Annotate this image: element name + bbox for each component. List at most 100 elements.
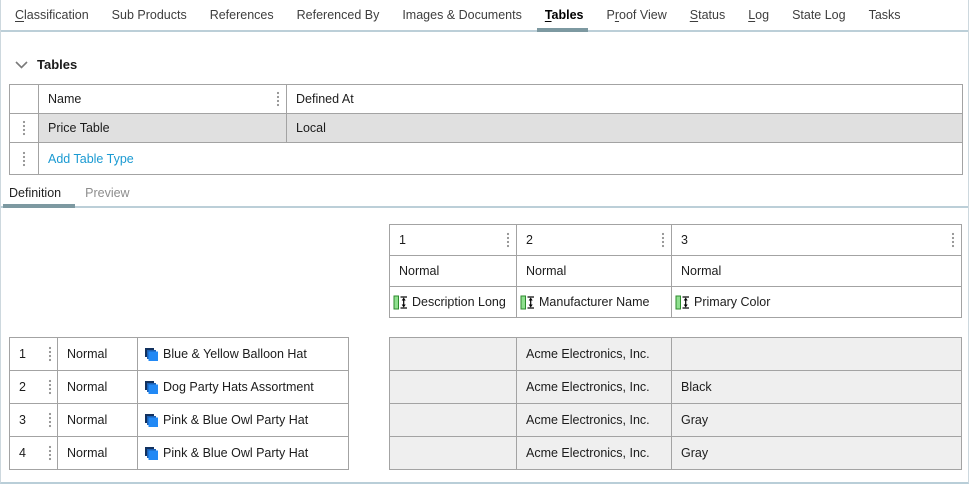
column-attribute-description-long[interactable]: Description Long bbox=[390, 287, 517, 318]
row-handle[interactable] bbox=[10, 143, 39, 175]
row-header-2[interactable]: 2 bbox=[10, 371, 58, 404]
cell-value: Acme Electronics, Inc. bbox=[526, 413, 650, 427]
add-table-type-cell: Add Table Type bbox=[39, 143, 963, 175]
tab-label: State Log bbox=[792, 8, 846, 22]
column-header-3[interactable]: 3 bbox=[672, 225, 962, 256]
add-table-type-link[interactable]: Add Table Type bbox=[48, 152, 134, 166]
row-header-3[interactable]: 3 bbox=[10, 404, 58, 437]
column-attribute-primary-color[interactable]: Primary Color bbox=[672, 287, 962, 318]
tab-label: Sub Products bbox=[112, 8, 187, 22]
product-cube-icon bbox=[144, 413, 159, 428]
table-cell[interactable] bbox=[390, 404, 517, 437]
vertical-dots-icon[interactable] bbox=[48, 378, 52, 396]
column-style-cell[interactable]: Normal bbox=[390, 256, 517, 287]
column-header-2[interactable]: 2 bbox=[517, 225, 672, 256]
tab-state-log[interactable]: State Log bbox=[792, 0, 846, 30]
row-style: Normal bbox=[67, 446, 107, 460]
column-header-1[interactable]: 1 bbox=[390, 225, 517, 256]
table-cell[interactable] bbox=[672, 338, 962, 371]
attribute-name: Manufacturer Name bbox=[539, 295, 649, 309]
column-header-defined-at[interactable]: Defined At bbox=[287, 85, 963, 114]
tab-label: Proof View bbox=[607, 8, 667, 22]
table-cell[interactable] bbox=[390, 437, 517, 470]
vertical-dots-icon[interactable] bbox=[48, 444, 52, 462]
row-header-1[interactable]: 1 bbox=[10, 338, 58, 371]
vertical-dots-icon[interactable] bbox=[48, 345, 52, 363]
product-cube-icon bbox=[144, 347, 159, 362]
tab-tables[interactable]: Tables bbox=[545, 0, 584, 30]
row-style: Normal bbox=[67, 380, 107, 394]
tab-classification[interactable]: Classification bbox=[15, 0, 89, 30]
row-style-cell[interactable]: Normal bbox=[58, 371, 138, 404]
row-style-cell[interactable]: Normal bbox=[58, 338, 138, 371]
column-header-name[interactable]: Name bbox=[39, 85, 287, 114]
definition-column-header-table: 1 2 3 Normal Normal Normal Description Lon… bbox=[389, 224, 962, 318]
vertical-dots-icon[interactable] bbox=[48, 411, 52, 429]
vertical-dots-icon[interactable] bbox=[276, 90, 280, 108]
cell-value: Gray bbox=[681, 413, 708, 427]
tab-proof-view[interactable]: Proof View bbox=[607, 0, 667, 30]
table-cell[interactable]: Gray bbox=[672, 437, 962, 470]
tab-status[interactable]: Status bbox=[690, 0, 725, 30]
attribute-name: Primary Color bbox=[694, 295, 770, 309]
subtab-definition[interactable]: Definition bbox=[9, 180, 61, 206]
product-name: Pink & Blue Owl Party Hat bbox=[163, 413, 308, 427]
attribute-name: Description Long bbox=[412, 295, 506, 309]
product-cell-pink-blue-owl-party-hat[interactable]: Pink & Blue Owl Party Hat bbox=[138, 404, 349, 437]
tab-log[interactable]: Log bbox=[748, 0, 769, 30]
table-cell[interactable]: Black bbox=[672, 371, 962, 404]
table-cell[interactable]: Gray bbox=[672, 404, 962, 437]
table-cell[interactable]: Acme Electronics, Inc. bbox=[517, 437, 672, 470]
subtab-preview[interactable]: Preview bbox=[85, 180, 129, 206]
row-style: Normal bbox=[67, 347, 107, 361]
table-cell[interactable]: Acme Electronics, Inc. bbox=[517, 338, 672, 371]
table-cell[interactable]: Acme Electronics, Inc. bbox=[517, 371, 672, 404]
row-style-cell[interactable]: Normal bbox=[58, 437, 138, 470]
tab-label: Images & Documents bbox=[402, 8, 522, 22]
row-number: 3 bbox=[19, 413, 26, 427]
tab-tasks[interactable]: Tasks bbox=[869, 0, 901, 30]
subtab-label: Preview bbox=[85, 186, 129, 200]
vertical-dots-icon[interactable] bbox=[951, 231, 955, 249]
product-cell-dog-party-hats-assortment[interactable]: Dog Party Hats Assortment bbox=[138, 371, 349, 404]
table-cell[interactable] bbox=[390, 371, 517, 404]
cell-value: Acme Electronics, Inc. bbox=[526, 446, 650, 460]
vertical-dots-icon[interactable] bbox=[661, 231, 665, 249]
row-handle[interactable] bbox=[10, 114, 39, 143]
cell-value: Gray bbox=[681, 446, 708, 460]
text-attribute-icon bbox=[675, 295, 690, 310]
table-type-defined-at-cell[interactable]: Local bbox=[287, 114, 963, 143]
column-style: Normal bbox=[526, 264, 566, 278]
cell-value: Black bbox=[681, 380, 712, 394]
main-tab-bar: Classification Sub Products References Refe… bbox=[1, 0, 968, 32]
chevron-down-icon[interactable] bbox=[15, 61, 28, 69]
row-header-4[interactable]: 4 bbox=[10, 437, 58, 470]
column-header-label: Defined At bbox=[296, 92, 354, 106]
table-type-name-cell[interactable]: Price Table bbox=[39, 114, 287, 143]
product-cell-blue-yellow-balloon-hat[interactable]: Blue & Yellow Balloon Hat bbox=[138, 338, 349, 371]
row-style: Normal bbox=[67, 413, 107, 427]
row-number: 4 bbox=[19, 446, 26, 460]
column-number: 1 bbox=[399, 233, 406, 247]
row-style-cell[interactable]: Normal bbox=[58, 404, 138, 437]
tab-referenced-by[interactable]: Referenced By bbox=[297, 0, 380, 30]
subtab-label: Definition bbox=[9, 186, 61, 200]
table-cell[interactable]: Acme Electronics, Inc. bbox=[517, 404, 672, 437]
vertical-dots-icon[interactable] bbox=[22, 119, 26, 137]
table-type-name: Price Table bbox=[48, 121, 110, 135]
tab-sub-products[interactable]: Sub Products bbox=[112, 0, 187, 30]
row-number: 2 bbox=[19, 380, 26, 394]
column-style-cell[interactable]: Normal bbox=[517, 256, 672, 287]
table-cell[interactable] bbox=[390, 338, 517, 371]
product-cell-pink-blue-owl-party-hat[interactable]: Pink & Blue Owl Party Hat bbox=[138, 437, 349, 470]
product-name: Pink & Blue Owl Party Hat bbox=[163, 446, 308, 460]
tab-references[interactable]: References bbox=[210, 0, 274, 30]
vertical-dots-icon[interactable] bbox=[506, 231, 510, 249]
table-type-defined-at: Local bbox=[296, 121, 326, 135]
tab-label: Classification bbox=[15, 8, 89, 22]
column-attribute-manufacturer-name[interactable]: Manufacturer Name bbox=[517, 287, 672, 318]
column-style-cell[interactable]: Normal bbox=[672, 256, 962, 287]
vertical-dots-icon[interactable] bbox=[22, 150, 26, 168]
tab-images-documents[interactable]: Images & Documents bbox=[402, 0, 522, 30]
cell-value: Acme Electronics, Inc. bbox=[526, 347, 650, 361]
